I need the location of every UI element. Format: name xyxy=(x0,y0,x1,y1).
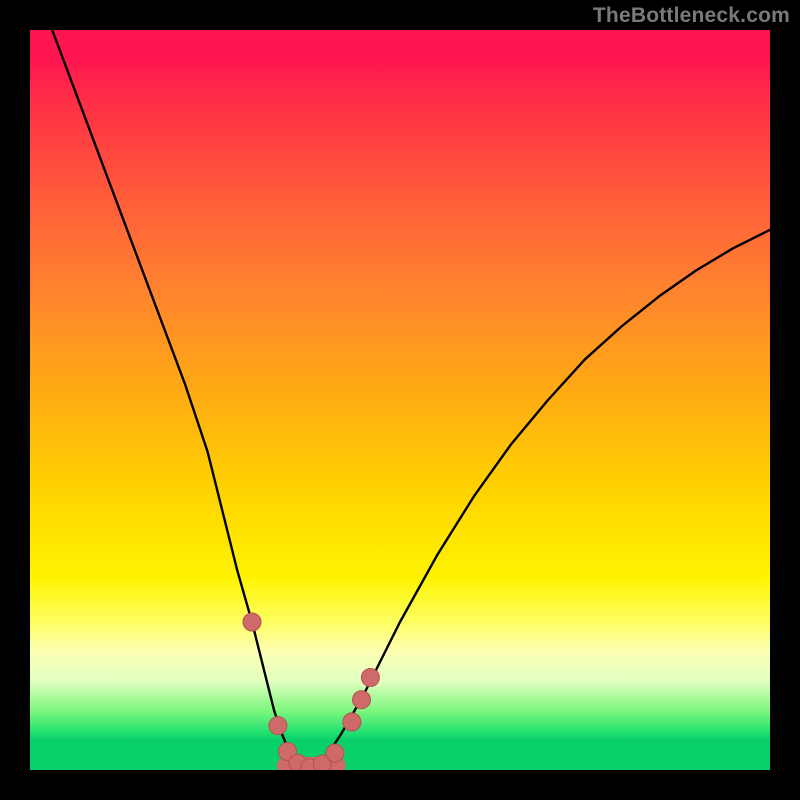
curve-marker-1 xyxy=(269,717,287,735)
attribution-label: TheBottleneck.com xyxy=(593,4,790,28)
curve-marker-9 xyxy=(361,669,379,687)
curve-marker-6 xyxy=(326,744,344,762)
chart-stage: TheBottleneck.com xyxy=(0,0,800,800)
curve-marker-0 xyxy=(243,613,261,631)
chart-svg xyxy=(30,30,770,770)
curve-markers xyxy=(243,613,379,770)
curve-marker-7 xyxy=(343,713,361,731)
bottleneck-curve xyxy=(30,30,770,770)
curve-marker-8 xyxy=(353,691,371,709)
plot-area xyxy=(30,30,770,770)
